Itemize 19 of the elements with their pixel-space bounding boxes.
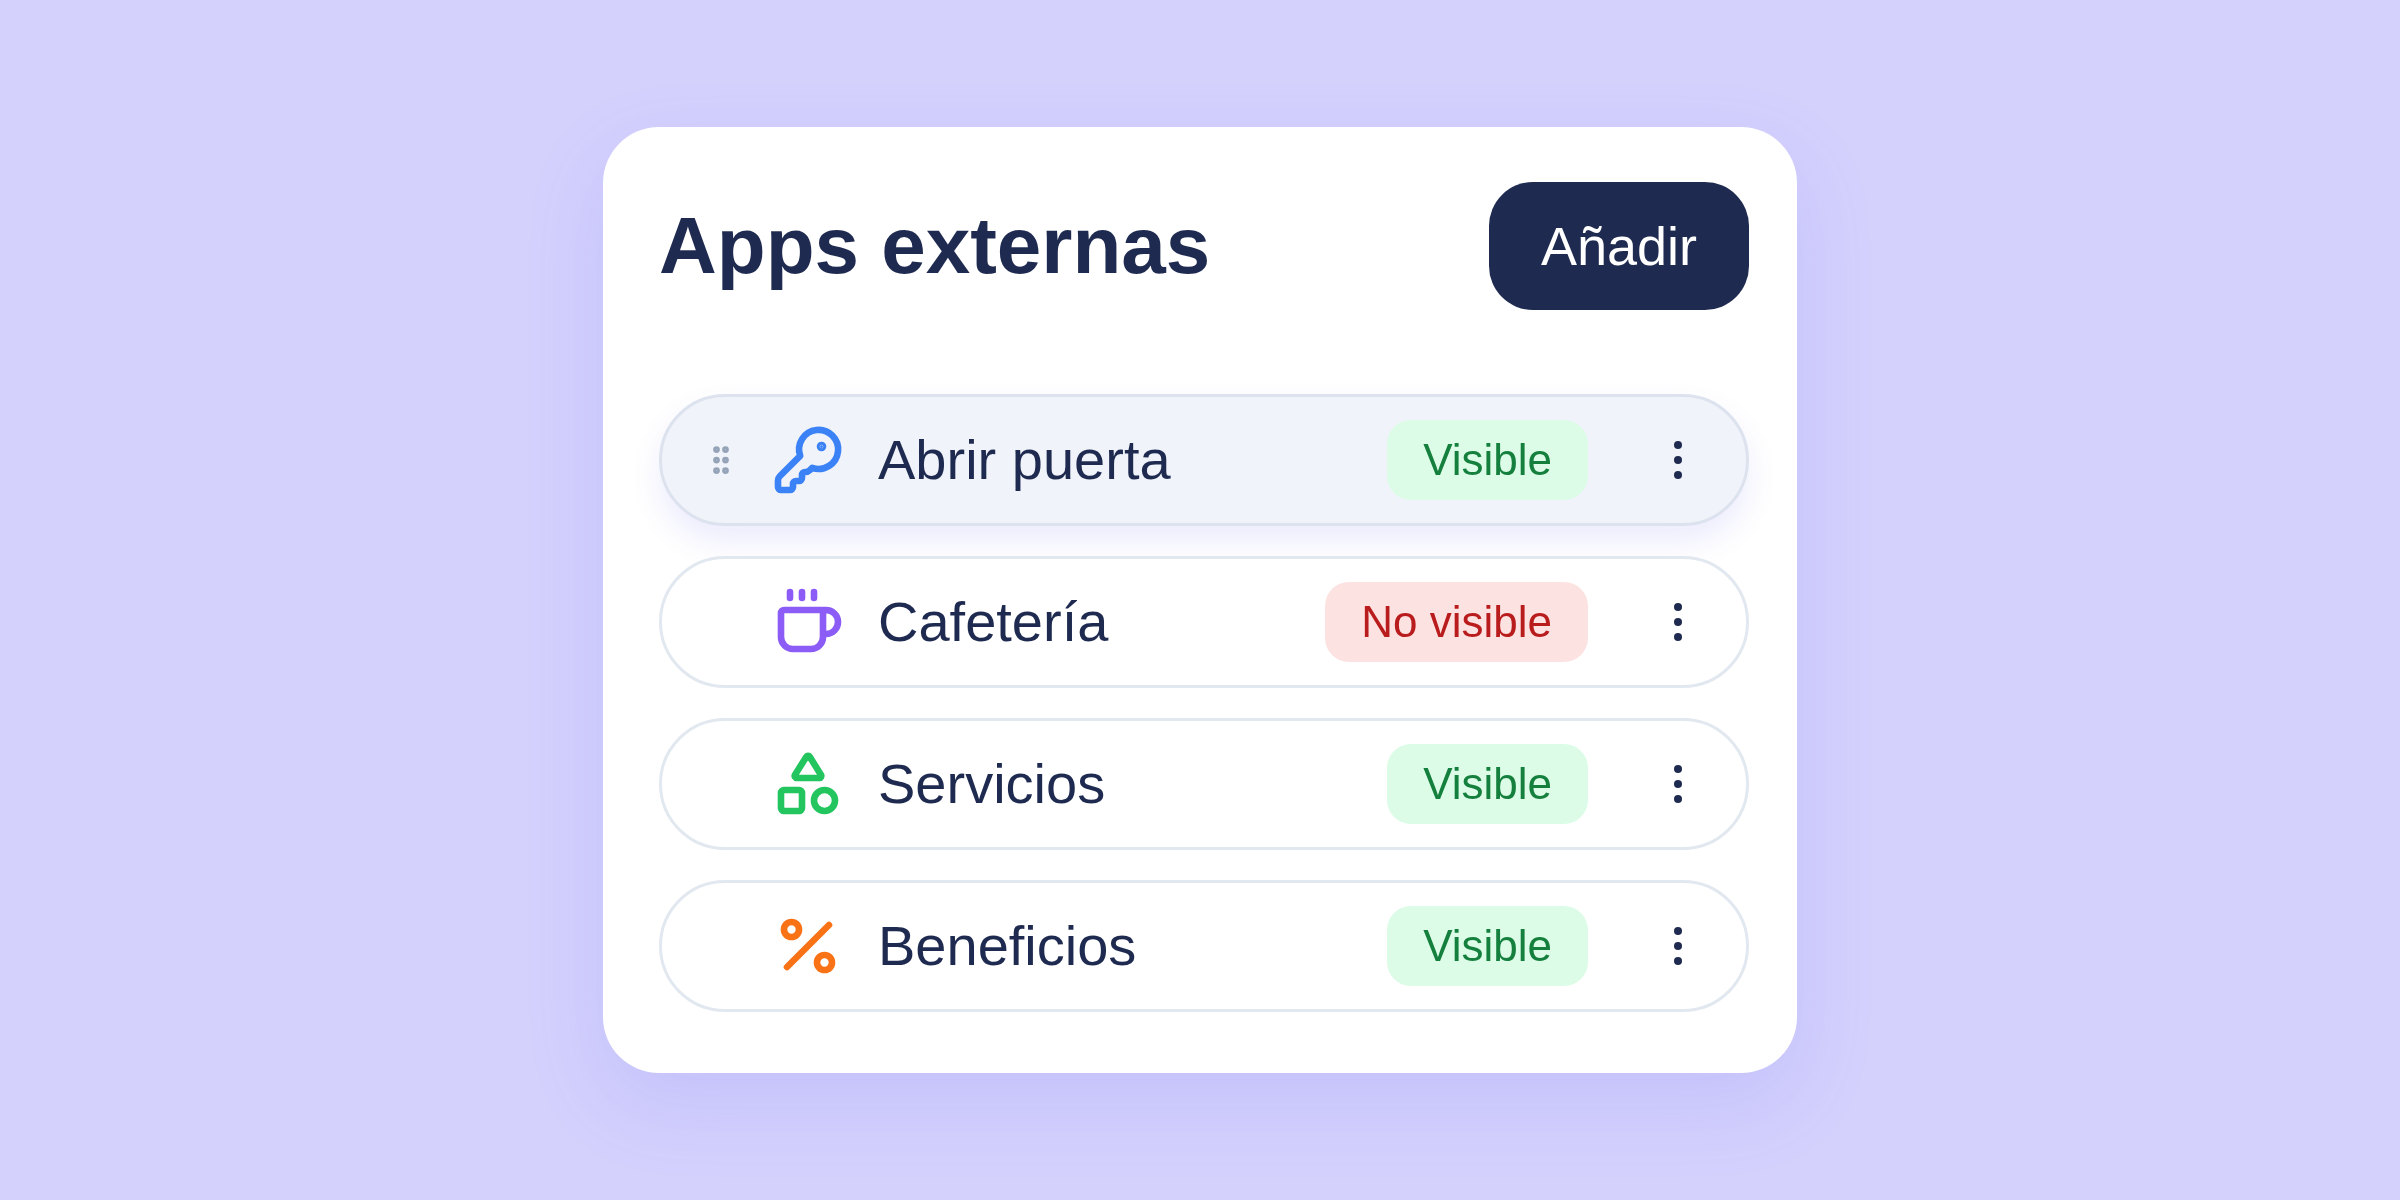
app-row[interactable]: Servicios Visible [659,718,1749,850]
app-name: Cafetería [878,589,1110,655]
app-name: Beneficios [878,913,1138,979]
panel-title: Apps externas [659,200,1211,292]
more-options-icon [1673,764,1683,804]
status-badge: Visible [1387,744,1588,824]
add-button[interactable]: Añadir [1488,182,1749,310]
app-row[interactable]: Abrir puerta Visible [659,394,1749,526]
more-options-icon [1673,926,1683,966]
status-badge: Visible [1387,420,1588,500]
more-options-icon [1673,602,1683,642]
app-name: Abrir puerta [878,427,1172,493]
status-badge: Visible [1387,906,1588,986]
app-row[interactable]: Beneficios Visible [659,880,1749,1012]
app-name: Servicios [878,751,1107,817]
status-badge: No visible [1325,582,1588,662]
key-icon [772,424,844,496]
app-row[interactable]: Cafetería No visible [659,556,1749,688]
more-options-icon [1673,440,1683,480]
